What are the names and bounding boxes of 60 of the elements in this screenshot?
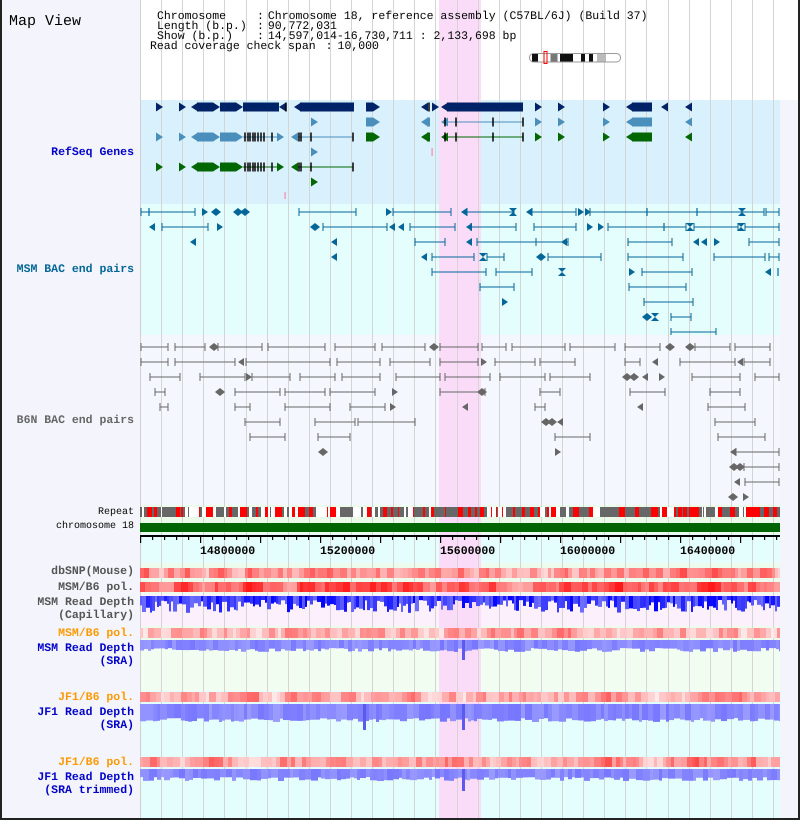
gene-model [421,102,430,112]
axis-tick-label: 15600000 [440,545,496,558]
field-separator: : [257,22,264,32]
track-label: dbSNP(Mouse) [51,565,134,578]
track-label: JF1/B6 pol. [58,756,134,769]
view-title: Map View [9,13,82,30]
track-label: MSM Read Depth (Capillary) [36,596,134,622]
gene-model [311,118,318,126]
field-label: Chromosome [157,12,226,22]
gene-model [421,118,430,126]
gene-model [191,102,220,112]
track-label: MSM Read Depth (SRA) [36,642,134,668]
axis-tick-label: 15200000 [320,545,376,558]
axis-tick-label: 16400000 [680,545,736,558]
gene-model [311,148,318,156]
track-label: MSM BAC end pairs [16,263,134,276]
feature-mark [432,148,433,156]
field-separator: : [257,12,264,22]
gene-model [366,118,380,126]
gene-model [311,178,318,186]
track-label: JF1/B6 pol. [58,691,134,704]
gene-model [626,118,652,126]
field-value: 14,597,014-16,730,711 : 2,133,698 bp [268,32,516,42]
gene-model [626,132,652,142]
track-label: MSM/B6 pol. [58,580,134,594]
field-separator: : [326,42,333,52]
track-label: chromosome 18 [56,521,134,533]
field-value: Chromosome 18, reference assembly (C57BL/6J) (Build 37) [268,12,648,22]
field-separator: : [257,32,264,42]
gene-model [191,132,220,142]
track-label: Repeat [98,506,134,518]
position-marker [544,51,548,64]
gene-model [626,102,652,112]
gene-model [366,132,380,142]
gene-model [156,162,163,172]
field-label: Length (b.p.) [157,22,248,32]
feature-mark [284,192,286,199]
gene-model [191,162,220,172]
gene-model [291,162,354,172]
field-value: 90,772,031 [268,22,337,32]
axis-tick-label: 14800000 [200,545,256,558]
track-label: JF1 Read Depth (SRA) [36,706,134,732]
track-label: JF1 Read Depth (SRA trimmed) [36,771,134,797]
field-value: 10,000 [338,42,379,52]
gene-model [156,132,163,142]
gene-model [179,132,186,142]
track-label: B6N BAC end pairs [16,414,134,426]
field-label: Read coverage check span [150,42,316,52]
gene-model [421,132,430,142]
axis-tick-label: 16000000 [560,545,616,558]
track-label: MSM/B6 pol. [58,626,134,640]
gene-model [179,162,186,172]
track-label: RefSeq Genes [51,146,134,158]
field-label: Show (b.p.) [157,32,233,42]
gene-model [291,132,354,142]
gene-model [661,102,668,112]
gene-model [156,102,163,112]
gene-model [179,102,186,112]
gene-model [366,102,380,112]
gene-model [294,102,354,112]
